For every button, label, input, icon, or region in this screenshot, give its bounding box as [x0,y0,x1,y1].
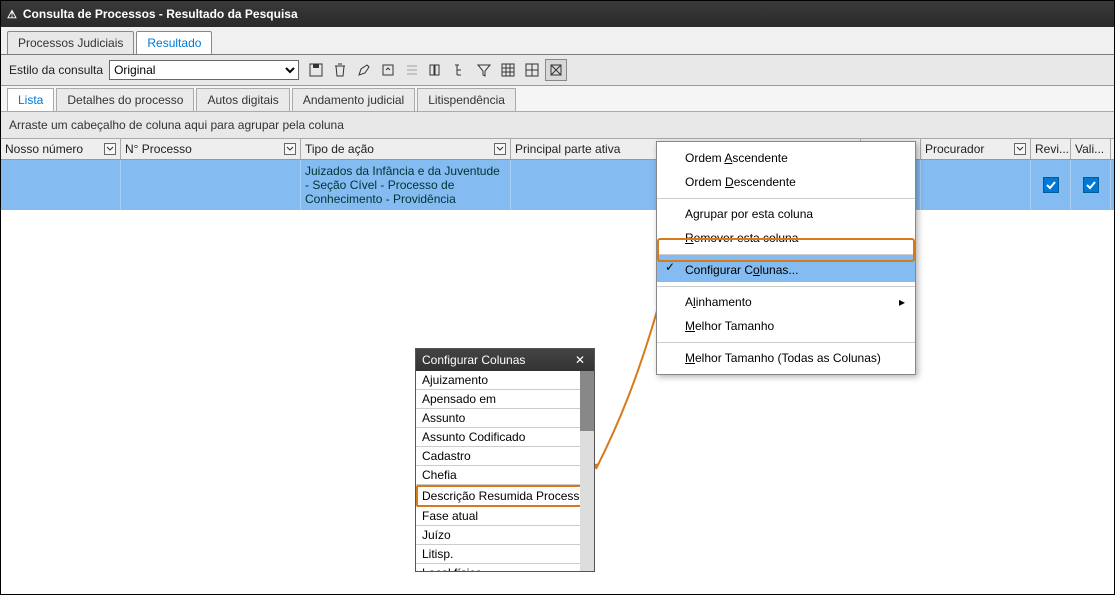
grid-icon-2[interactable] [521,59,543,81]
window-title: Consulta de Processos - Resultado da Pes… [23,7,298,21]
close-icon[interactable]: ✕ [572,352,588,368]
list-item[interactable]: Assunto [416,409,594,428]
list-item[interactable]: Chefia [416,466,594,485]
col-revi[interactable]: Revi... [1031,139,1071,159]
checkbox-checked-icon[interactable] [1083,177,1099,193]
cell-nosso [1,160,121,210]
tree-icon[interactable] [449,59,471,81]
style-label: Estilo da consulta [9,63,103,77]
chevron-down-icon[interactable] [494,143,506,155]
cell-procurador [921,160,1031,210]
ctx-alignment[interactable]: Alinhamento▸ [657,286,915,314]
scroll-thumb[interactable] [580,371,594,431]
column-context-menu: Ordem Ascendente Ordem Descendente Agrup… [656,141,916,375]
tab-lista[interactable]: Lista [7,88,54,111]
grid-area: Arraste um cabeçalho de coluna aqui para… [1,112,1114,210]
tab-litispendencia[interactable]: Litispendência [417,88,516,111]
ctx-order-desc[interactable]: Ordem Descendente [657,170,915,194]
dialog-title: Configurar Colunas [422,353,525,367]
ctx-order-asc[interactable]: Ordem Ascendente [657,146,915,170]
tab-detalhes[interactable]: Detalhes do processo [56,88,194,111]
checkbox-checked-icon[interactable] [1043,177,1059,193]
cell-nproc [121,160,301,210]
tab-andamento[interactable]: Andamento judicial [292,88,415,111]
configure-columns-dialog: Configurar Colunas ✕ Ajuizamento Apensad… [415,348,595,572]
cell-revi [1031,160,1071,210]
edit-icon[interactable] [353,59,375,81]
toolbar-icons [305,59,567,81]
list-icon[interactable] [401,59,423,81]
columns-icon[interactable] [425,59,447,81]
mid-tabstrip: Lista Detalhes do processo Autos digitai… [1,86,1114,112]
list-item[interactable]: Juízo [416,526,594,545]
list-item[interactable]: Fase atual [416,507,594,526]
grid-header-row: Nosso número N° Processo Tipo de ação Pr… [1,139,1114,160]
group-hint[interactable]: Arraste um cabeçalho de coluna aqui para… [1,112,1114,139]
cell-tipo: Juizados da Infância e da Juventude - Se… [301,160,511,210]
col-vali[interactable]: Vali... [1071,139,1111,159]
window-titlebar: ⚠ Consulta de Processos - Resultado da P… [1,1,1114,27]
fit-icon[interactable] [545,59,567,81]
chevron-down-icon[interactable] [284,143,296,155]
column-list: Ajuizamento Apensado em Assunto Assunto … [416,371,594,571]
ctx-best-size-all[interactable]: Melhor Tamanho (Todas as Colunas) [657,342,915,370]
cell-vali [1071,160,1111,210]
style-select[interactable]: Original [109,60,299,80]
list-item[interactable]: Litisp. [416,545,594,564]
ctx-group-by[interactable]: Agrupar por esta coluna [657,198,915,226]
ctx-remove-col[interactable]: Remover esta coluna [657,226,915,250]
chevron-down-icon[interactable] [104,143,116,155]
col-procurador[interactable]: Procurador [921,139,1031,159]
ctx-best-size[interactable]: Melhor Tamanho [657,314,915,338]
list-item[interactable]: Cadastro [416,447,594,466]
chevron-right-icon: ▸ [899,295,905,309]
toolbar: Estilo da consulta Original [1,55,1114,86]
tab-autos[interactable]: Autos digitais [196,88,289,111]
list-item[interactable]: Ajuizamento [416,371,594,390]
tab-processos-judiciais[interactable]: Processos Judiciais [7,31,134,54]
col-tipo-acao[interactable]: Tipo de ação [301,139,511,159]
ctx-configure-columns[interactable]: Configurar Colunas... [657,254,915,282]
grid-icon-1[interactable] [497,59,519,81]
table-row[interactable]: Juizados da Infância e da Juventude - Se… [1,160,1114,210]
tab-resultado[interactable]: Resultado [136,31,212,54]
col-n-processo[interactable]: N° Processo [121,139,301,159]
list-item-descricao-resumida[interactable]: Descrição Resumida Processo [416,485,594,507]
col-nosso-numero[interactable]: Nosso número [1,139,121,159]
top-tabstrip: Processos Judiciais Resultado [1,27,1114,55]
dialog-titlebar: Configurar Colunas ✕ [416,349,594,371]
save-icon[interactable] [305,59,327,81]
export-icon[interactable] [377,59,399,81]
filter-icon[interactable] [473,59,495,81]
list-item[interactable]: Local físico [416,564,594,571]
list-item[interactable]: Assunto Codificado [416,428,594,447]
chevron-down-icon[interactable] [1014,143,1026,155]
list-item[interactable]: Apensado em [416,390,594,409]
app-icon: ⚠ [7,8,17,21]
scrollbar[interactable] [580,371,594,571]
trash-icon[interactable] [329,59,351,81]
